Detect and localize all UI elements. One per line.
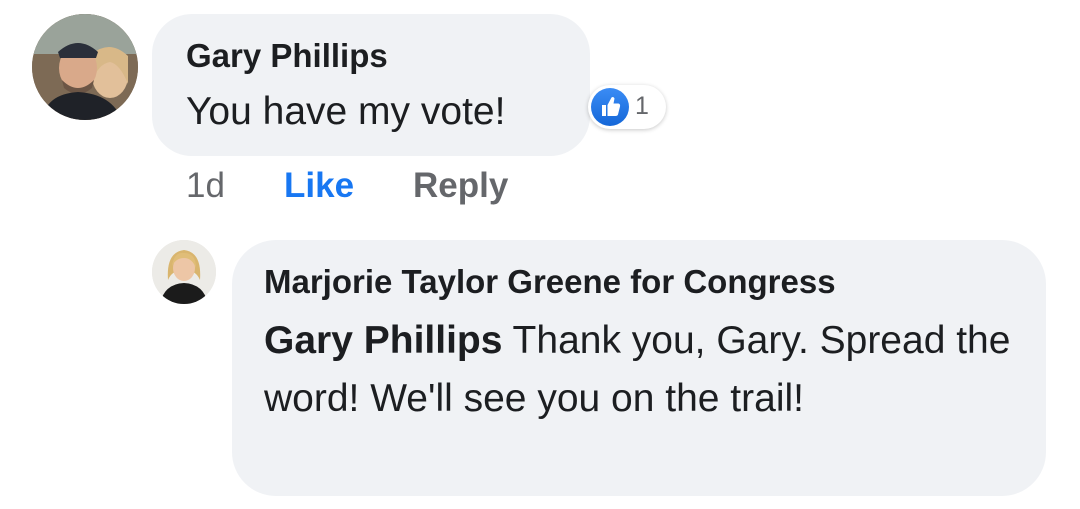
mention-tag[interactable]: Gary Phillips xyxy=(264,319,502,362)
comment-author-name[interactable]: Gary Phillips xyxy=(186,37,388,75)
comment-timestamp[interactable]: 1d xyxy=(186,166,225,206)
reply-button[interactable]: Reply xyxy=(413,166,508,206)
avatar-photo xyxy=(32,14,138,120)
commenter-avatar[interactable] xyxy=(32,14,138,120)
reply-author-name[interactable]: Marjorie Taylor Greene for Congress xyxy=(264,263,836,301)
thumbs-up-icon xyxy=(591,88,629,126)
like-button[interactable]: Like xyxy=(284,166,354,206)
reaction-count: 1 xyxy=(635,92,649,120)
comment-text: You have my vote! xyxy=(186,90,506,133)
reply-text: Gary Phillips Thank you, Gary. Spread th… xyxy=(264,312,1034,428)
reply-author-avatar[interactable] xyxy=(152,240,216,304)
avatar-photo xyxy=(152,240,216,304)
reaction-summary[interactable]: 1 xyxy=(588,85,666,129)
